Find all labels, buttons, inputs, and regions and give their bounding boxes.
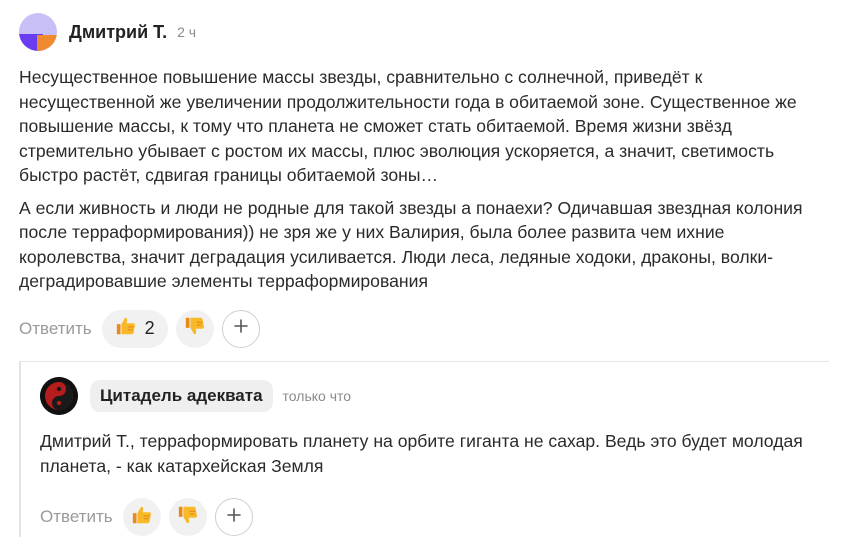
avatar[interactable] — [19, 13, 57, 51]
comment-paragraph: А если живность и люди не родные для так… — [19, 197, 803, 292]
reply-thread: Цитадель адеквата только что Дмитрий Т.,… — [19, 362, 831, 537]
comment-header: Дмитрий Т. 2 ч — [19, 10, 829, 54]
reply-actions: Ответить — [40, 497, 820, 537]
timestamp: только что — [282, 388, 352, 404]
comment-paragraph: Несущественное повышение массы звезды, с… — [19, 67, 797, 185]
plus-icon — [226, 507, 242, 528]
timestamp: 2 ч — [177, 24, 197, 40]
add-reaction-button[interactable] — [214, 498, 253, 536]
reply-button[interactable]: Ответить — [19, 319, 92, 339]
dislike-button[interactable] — [168, 498, 207, 536]
yin-yang-icon — [40, 377, 78, 415]
reply-header: Цитадель адеквата только что — [40, 374, 820, 418]
like-button[interactable] — [122, 498, 161, 536]
add-reaction-button[interactable] — [221, 309, 260, 348]
plus-icon — [233, 318, 249, 339]
avatar[interactable] — [40, 377, 78, 415]
comment-actions: Ответить 2 — [19, 309, 829, 349]
like-count: 2 — [144, 318, 155, 338]
reply-button[interactable]: Ответить — [40, 507, 113, 527]
author-name[interactable]: Дмитрий Т. — [69, 22, 167, 43]
reply-comment: Цитадель адеквата только что Дмитрий Т.,… — [40, 374, 820, 537]
dislike-button[interactable] — [175, 309, 214, 348]
reply-text: Дмитрий Т., терраформировать планету на … — [40, 431, 803, 476]
like-button[interactable]: 2 — [101, 309, 168, 348]
comment: Дмитрий Т. 2 ч Несущественное повышение … — [19, 10, 829, 349]
author-name[interactable]: Цитадель адеквата — [90, 380, 273, 412]
thumbs-up-icon — [131, 504, 153, 531]
thumbs-down-icon — [177, 504, 199, 531]
thumbs-up-icon — [115, 315, 137, 342]
thumbs-down-icon — [184, 315, 206, 342]
